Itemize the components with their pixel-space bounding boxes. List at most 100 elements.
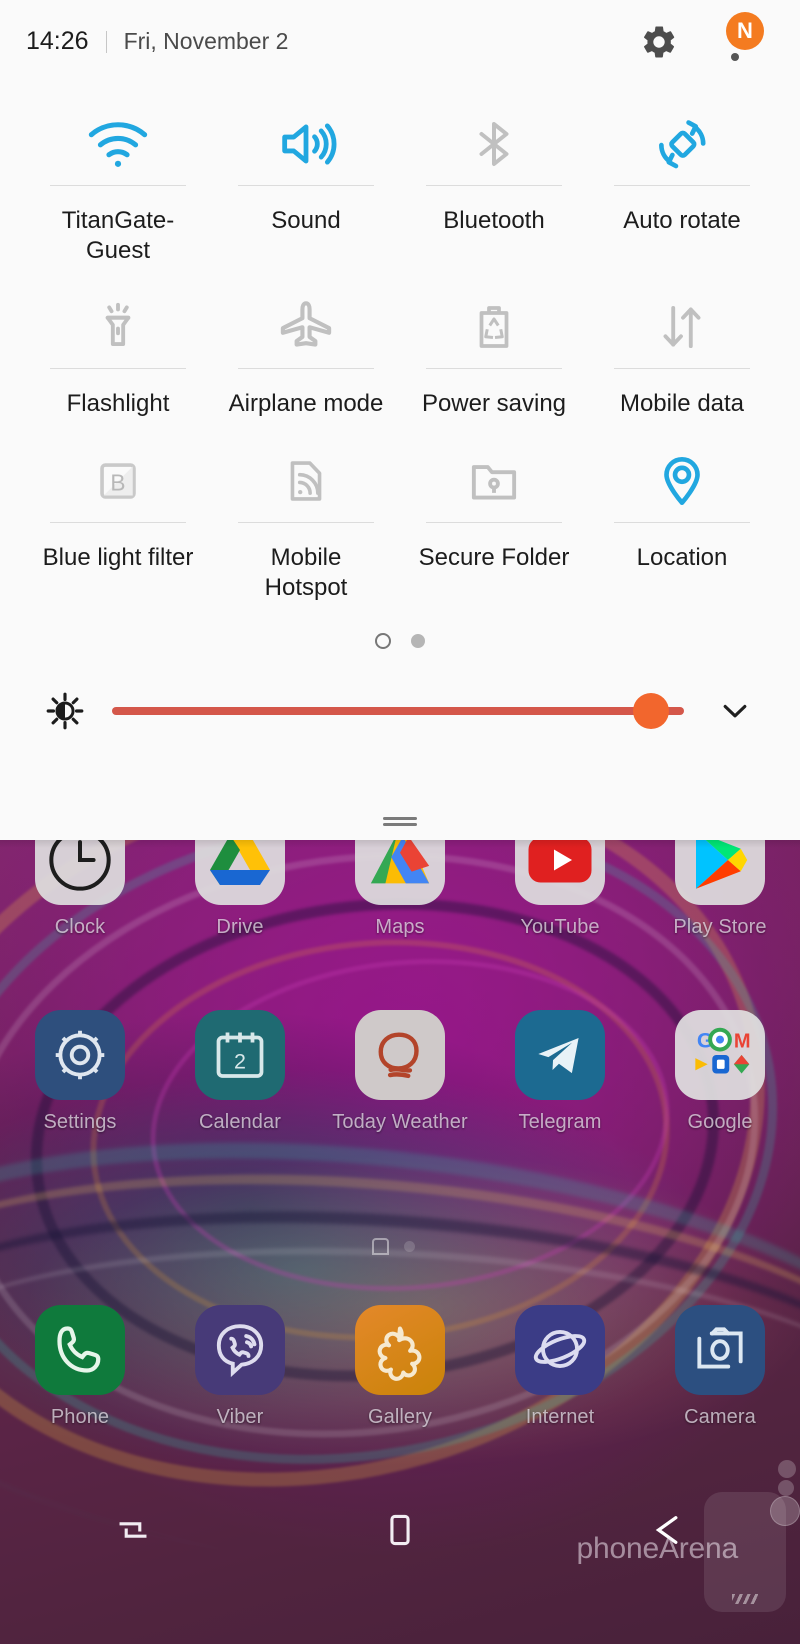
app-internet[interactable]: Internet [480,1305,640,1428]
blue-light-icon: B [89,442,147,520]
mobile-data-icon [651,288,713,366]
tile-bluetooth[interactable]: Bluetooth [400,83,588,266]
tile-divider [614,368,750,370]
hotspot-icon [277,442,335,520]
telegram-icon [515,1010,605,1100]
page-dot-next[interactable] [411,634,425,649]
tile-label: Blue light filter [42,543,194,571]
app-label: Camera [684,1406,756,1428]
app-label: Calendar [199,1111,281,1133]
tile-label: Secure Folder [418,543,570,571]
viber-icon [195,1305,285,1395]
tile-label: Airplane mode [228,390,384,418]
app-today-weather[interactable]: Today Weather [320,1010,480,1133]
panel-page-indicator [0,633,800,650]
header-separator [105,30,107,53]
notification-badge: N [726,11,764,50]
panel-shadow [0,840,800,848]
brightness-slider-knob[interactable] [633,693,670,730]
tile-location[interactable]: Location [588,420,776,603]
wallpaper-swirl [76,920,684,1360]
tile-divider [614,185,750,186]
tile-divider [238,185,374,186]
app-row-2: Settings 2 Calendar Today Weather Telegr… [0,1010,800,1133]
home-icon[interactable] [267,1490,534,1570]
app-label: Internet [525,1406,595,1428]
gallery-icon [355,1305,445,1395]
brightness-slider[interactable] [112,693,684,730]
settings-gear-icon [35,1010,125,1100]
sound-icon [274,105,338,183]
google-folder-icon: G M [675,1010,765,1100]
app-label: Maps [375,916,425,938]
airplane-icon [273,288,339,366]
tile-secure-folder[interactable]: Secure Folder [400,420,588,603]
tile-label: Location [636,543,728,571]
tile-divider [426,521,562,523]
tile-divider [50,368,186,370]
app-label: Settings [43,1111,117,1133]
app-telegram[interactable]: Telegram [480,1010,640,1133]
camera-icon [675,1305,765,1395]
tile-divider [238,368,374,370]
app-phone[interactable]: Phone [0,1305,160,1428]
tile-label: Bluetooth [443,207,545,234]
app-label: Google [687,1111,753,1133]
recents-icon[interactable] [0,1490,267,1570]
power-saving-icon [464,288,524,366]
app-viber[interactable]: Viber [160,1305,320,1428]
drag-handle[interactable] [383,817,417,826]
tile-mobile-data[interactable]: Mobile data [588,266,776,419]
app-label: Viber [216,1406,264,1428]
watermark-dot [770,1496,800,1526]
more-vertical-icon[interactable]: N [718,11,764,64]
internet-icon [515,1305,605,1395]
svg-text:M: M [734,1030,751,1052]
tile-wifi[interactable]: TitanGate-Guest [24,83,212,266]
chevron-down-icon[interactable] [714,690,756,732]
tile-mobile-hotspot[interactable]: Mobile Hotspot [212,420,400,603]
tile-auto-rotate[interactable]: Auto rotate [588,83,776,266]
tile-label: TitanGate-Guest [61,207,175,265]
tile-divider [426,185,562,186]
tile-label: Power saving [421,390,567,418]
more-dot [731,52,739,61]
page-dot-current[interactable] [375,633,391,650]
app-label: Drive [216,916,264,938]
tile-divider [50,521,186,523]
tile-label: Flashlight [66,390,170,418]
tile-flashlight[interactable]: Flashlight [24,266,212,419]
app-label: Telegram [518,1111,602,1133]
quick-settings-grid: TitanGate-Guest Sound Bluetooth Auto rot… [0,83,800,603]
app-google-folder[interactable]: G M Google [640,1010,800,1133]
tile-airplane-mode[interactable]: Airplane mode [212,266,400,419]
tile-sound[interactable]: Sound [212,83,400,266]
tile-label: Sound [271,207,341,234]
app-gallery[interactable]: Gallery [320,1305,480,1428]
bluetooth-icon [464,105,524,183]
svg-text:B: B [110,469,125,495]
calendar-icon: 2 [195,1010,285,1100]
watermark-phone-shape [704,1460,800,1612]
quick-settings-panel: 14:26 Fri, November 2 N TitanGate-Guest [0,0,800,840]
app-label: Clock [54,916,106,938]
dock-row: Phone Viber Gallery Internet Camera [0,1305,800,1428]
app-calendar[interactable]: 2 Calendar [160,1010,320,1133]
phone-icon [35,1305,125,1395]
watermark-dot [778,1460,796,1478]
clock-time: 14:26 [26,27,89,55]
brightness-icon [44,690,86,732]
app-label: Today Weather [332,1111,468,1133]
tile-power-saving[interactable]: Power saving [400,266,588,419]
tile-blue-light-filter[interactable]: B Blue light filter [24,420,212,603]
gear-icon[interactable] [640,23,678,61]
wifi-icon [84,105,152,183]
tile-divider [50,185,186,186]
app-camera[interactable]: Camera [640,1305,800,1428]
tile-label: Auto rotate [623,207,741,234]
home-page-indicator-1 [372,1238,389,1255]
app-settings[interactable]: Settings [0,1010,160,1133]
location-pin-icon [651,442,713,520]
tile-divider [426,368,562,370]
brightness-row [0,681,800,741]
